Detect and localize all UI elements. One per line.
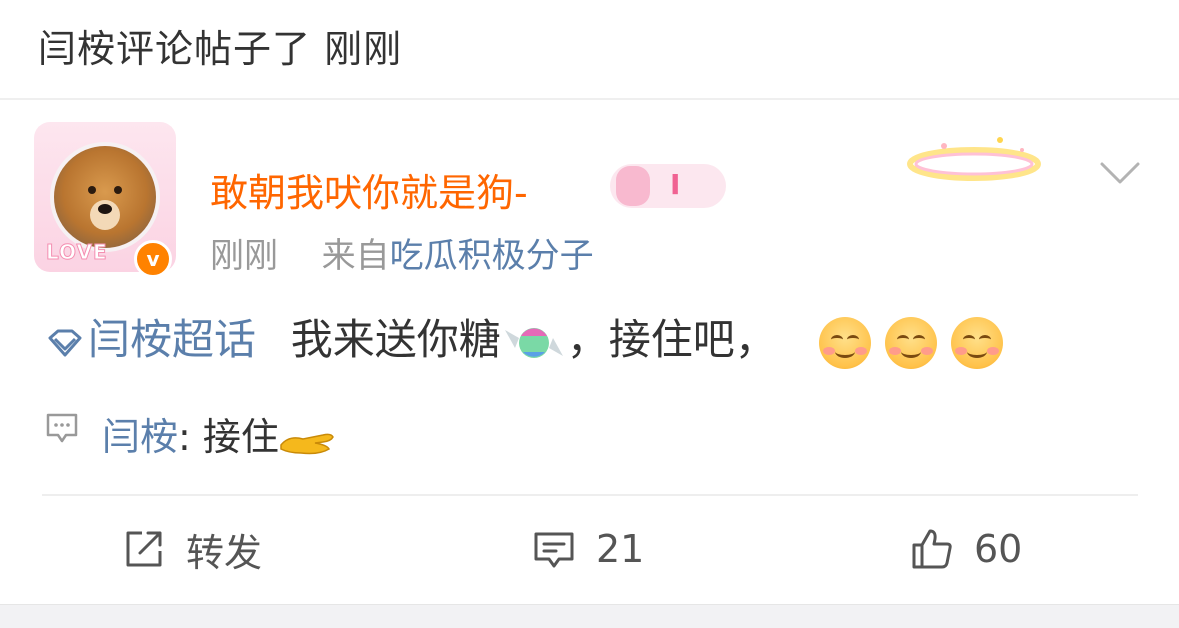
smile-emoji-icon [951, 316, 1004, 369]
repost-button[interactable]: 转发 [122, 522, 262, 576]
chevron-down-icon[interactable] [1098, 158, 1142, 188]
avatar-love-text: LOVE [46, 240, 108, 265]
super-topic-icon [48, 329, 82, 356]
verified-badge-icon: v [134, 240, 172, 278]
avatar-photo [54, 146, 156, 248]
comment-count: 21 [596, 527, 645, 571]
repost-label: 转发 [186, 530, 263, 575]
super-topic-link[interactable]: 闫桉超话 [88, 315, 256, 364]
post-time: 刚刚 [210, 236, 278, 276]
post-meta: 刚刚 来自吃瓜积极分子 [210, 228, 594, 277]
comment-separator: : [178, 415, 203, 459]
like-button[interactable]: 60 [910, 522, 1022, 576]
post-text: 我来送你糖 [290, 315, 501, 364]
thumbs-up-icon [912, 529, 952, 569]
comment-bubble-icon [46, 413, 78, 443]
divider [42, 494, 1138, 496]
bottom-divider-band [0, 604, 1179, 628]
fan-badge-icon[interactable]: I [610, 164, 726, 208]
smile-emoji-icon [819, 316, 872, 369]
username-link[interactable]: 敢朝我吠你就是狗- [210, 162, 528, 217]
avatar[interactable]: LOVE v [34, 122, 176, 278]
notification-title: 闫桉评论帖子了 刚刚 [38, 27, 403, 71]
post-text-tail: ，接住吧， [566, 315, 777, 364]
post-body: 闫桉超话 我来送你糖 ，接住吧， [46, 306, 1017, 369]
halo-decoration-icon [907, 137, 1041, 181]
divider [0, 98, 1179, 100]
comment-text: 接住 [202, 415, 279, 459]
repost-icon [126, 531, 162, 567]
palm-up-hand-icon [280, 433, 334, 454]
source-prefix: 来自 [321, 236, 390, 276]
comment-username-link[interactable]: 闫桉 [102, 415, 178, 459]
source-link[interactable]: 吃瓜积极分子 [390, 236, 594, 276]
fan-badge-text: I [670, 168, 681, 201]
candy-icon [504, 327, 563, 358]
like-count: 60 [974, 527, 1023, 571]
comment-icon [534, 532, 574, 568]
notification-header: 闫桉评论帖子了 刚刚 [0, 0, 1179, 98]
comment-button[interactable]: 21 [532, 522, 644, 576]
smile-emoji-icon [885, 316, 938, 369]
